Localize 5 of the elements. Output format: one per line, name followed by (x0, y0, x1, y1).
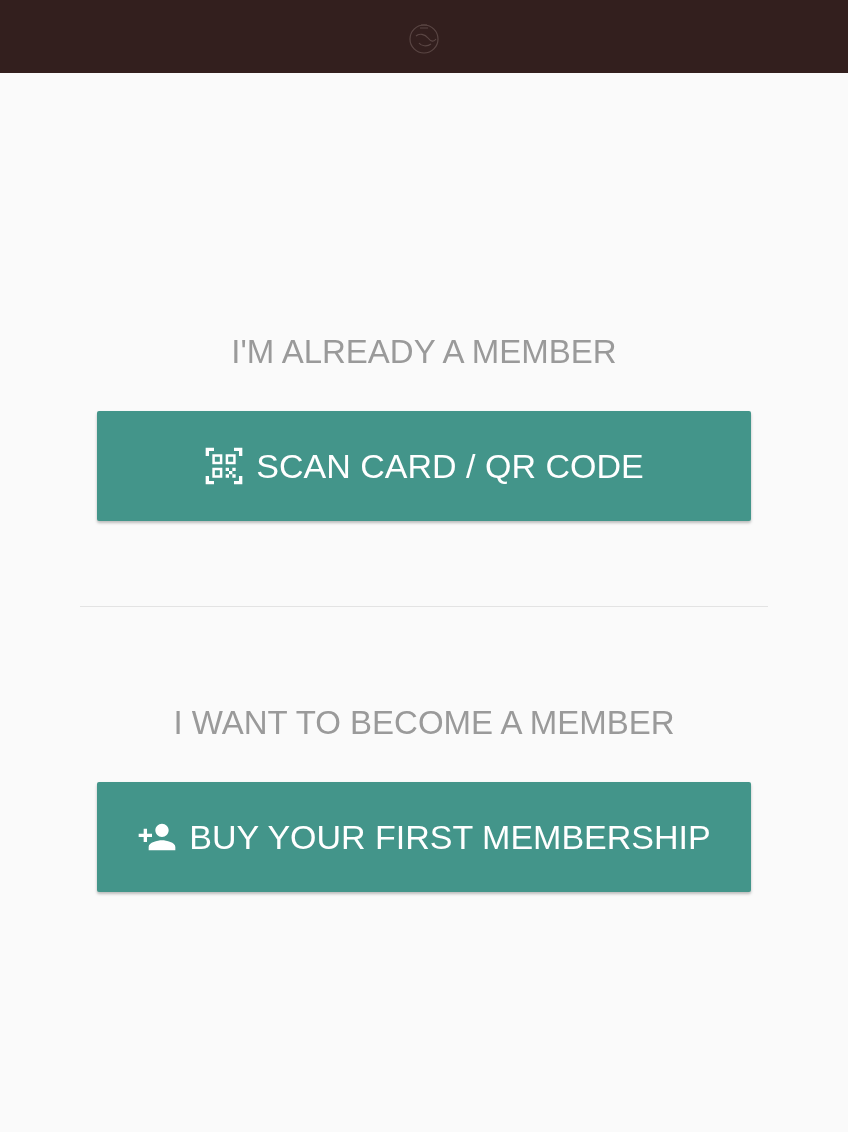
section-heading: I WANT TO BECOME A MEMBER (173, 703, 675, 743)
qr-code-icon (204, 446, 245, 486)
buy-membership-button[interactable]: BUY YOUR FIRST MEMBERSHIP (97, 782, 751, 892)
scan-button[interactable]: SCAN CARD / QR CODE (97, 411, 751, 521)
section-heading: I'M ALREADY A MEMBER (231, 332, 617, 372)
